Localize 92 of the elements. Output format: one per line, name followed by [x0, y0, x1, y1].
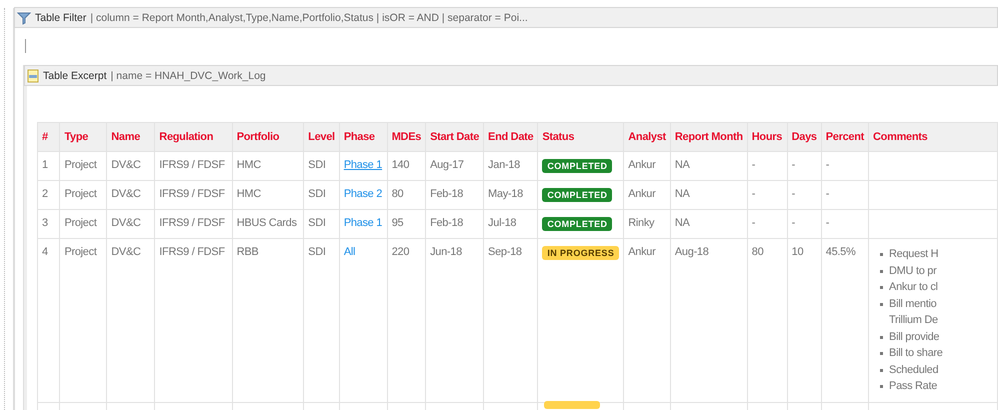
analyst-cell: Ankur: [624, 152, 670, 180]
days-cell: -: [787, 152, 822, 180]
column-header: Portfolio: [232, 122, 304, 152]
mdes-cell: 220: [387, 238, 426, 402]
filter-icon: [17, 10, 31, 24]
comment-item: Ankur to cl: [879, 279, 938, 296]
mdes-cell: 80: [387, 180, 426, 210]
portfolio-cell: HBUS Cards: [232, 210, 304, 238]
days-cell: -: [787, 180, 822, 210]
comment-item: Request H: [879, 246, 938, 262]
regulation-cell: IFRS9 / FDSF: [154, 210, 232, 238]
end-date-cell: Jul-18: [484, 210, 538, 238]
percent-cell: 45.5%: [821, 238, 869, 402]
portfolio-cell: HMC: [232, 152, 304, 180]
regulation-cell: IFRS9 / FDSF: [154, 238, 232, 402]
comment-item: Scheduled: [879, 362, 938, 378]
start-date-cell: Feb-18: [426, 180, 484, 210]
analyst-cell: Ankur: [624, 238, 670, 402]
report-month-cell: NA: [670, 180, 748, 210]
document-icon: [27, 68, 39, 82]
row-number-cell: 2: [38, 180, 60, 210]
macro-title: Table Filter: [35, 12, 86, 24]
hours-cell: -: [747, 152, 788, 180]
comment-item: Pass Rate: [879, 378, 938, 394]
type-cell: Project: [60, 180, 107, 210]
level-cell: SDI: [304, 180, 340, 210]
analyst-cell: Rinky: [624, 210, 670, 238]
mdes-cell: 95: [387, 210, 426, 238]
regulation-cell: IFRS9 / FDSF: [154, 180, 232, 210]
percent-cell: -: [821, 210, 869, 238]
macro-parameters: | column = Report Month,Analyst,Type,Name,Portfolio,Status | isOR = AND | separator = Poi...: [90, 12, 528, 24]
name-cell: DV&C: [106, 238, 155, 402]
name-cell: DV&C: [106, 210, 155, 238]
comment-item: Bill provide: [879, 328, 940, 345]
hours-cell: -: [747, 180, 788, 210]
start-date-cell: Feb-18: [426, 210, 484, 238]
column-header: Analyst: [624, 122, 670, 152]
type-cell: Project: [60, 238, 107, 402]
status-badge: IN PROGRESS: [542, 246, 620, 260]
phase-link[interactable]: All: [344, 246, 356, 258]
column-header: Phase: [339, 122, 388, 152]
percent-cell: -: [821, 180, 869, 210]
comment-item: Bill to share: [879, 345, 943, 362]
report-month-cell: NA: [670, 210, 748, 238]
status-badge: COMPLETED: [542, 188, 612, 202]
days-cell: 10: [787, 238, 822, 402]
column-header: Days: [787, 122, 822, 152]
regulation-cell: IFRS9 / FDSF: [154, 152, 232, 180]
column-header: MDEs: [387, 122, 426, 152]
report-month-cell: Aug-18: [670, 238, 748, 402]
type-cell: Project: [60, 152, 107, 180]
status-badge: COMPLETED: [542, 159, 612, 173]
analyst-cell: Ankur: [624, 180, 670, 210]
level-cell: SDI: [304, 238, 340, 402]
row-number-cell: 1: [38, 152, 60, 180]
type-cell: Project: [60, 210, 107, 238]
comment-item: Bill mentio Trillium De: [879, 296, 938, 328]
level-cell: SDI: [304, 210, 340, 238]
column-header: Status: [538, 122, 624, 152]
hours-cell: 80: [747, 238, 788, 402]
hours-cell: -: [747, 210, 788, 238]
days-cell: -: [787, 210, 822, 238]
column-header: Type: [60, 122, 107, 152]
portfolio-cell: RBB: [232, 238, 304, 402]
column-header: #: [38, 122, 60, 152]
start-date-cell: Aug-17: [426, 152, 484, 180]
portfolio-cell: HMC: [232, 180, 304, 210]
status-badge: COMPLETED: [542, 217, 612, 231]
column-header: Name: [106, 122, 155, 152]
column-header: Percent: [821, 122, 869, 152]
end-date-cell: May-18: [484, 180, 538, 210]
row-number-cell: 3: [38, 210, 60, 238]
column-header: End Date: [484, 122, 538, 152]
mdes-cell: 140: [387, 152, 426, 180]
start-date-cell: Jun-18: [426, 238, 484, 402]
column-header: Level: [304, 122, 340, 152]
percent-cell: -: [821, 152, 869, 180]
end-date-cell: Jan-18: [484, 152, 538, 180]
name-cell: DV&C: [106, 152, 155, 180]
end-date-cell: Sep-18: [484, 238, 538, 402]
comment-item: DMU to pr: [879, 262, 936, 279]
column-header: Regulation: [154, 122, 232, 152]
column-header: Start Date: [426, 122, 484, 152]
column-header: Hours: [747, 122, 788, 152]
column-header: Report Month: [670, 122, 748, 152]
row-number-cell: 4: [38, 238, 60, 402]
name-cell: DV&C: [106, 180, 155, 210]
level-cell: SDI: [304, 152, 340, 180]
column-header: Comments: [868, 122, 998, 152]
macro-parameters: | name = HNAH_DVC_Work_Log: [110, 70, 266, 82]
macro-title: Table Excerpt: [43, 70, 107, 82]
report-month-cell: NA: [670, 152, 748, 180]
